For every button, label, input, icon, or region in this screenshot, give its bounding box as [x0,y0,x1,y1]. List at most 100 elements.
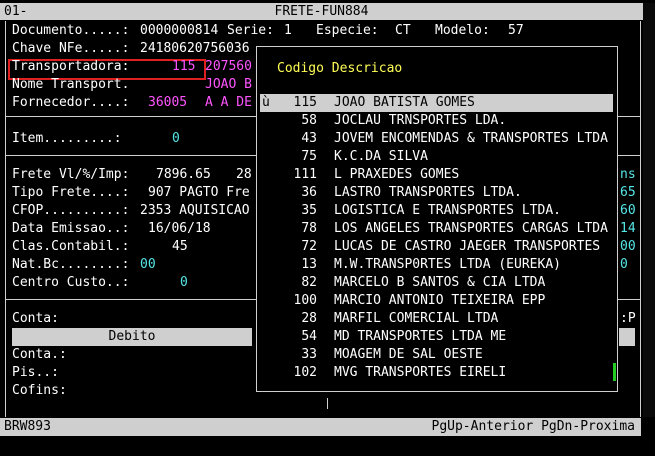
divider [327,398,328,409]
paging-hint: PgUp-Anterior PgDn-Proxima [431,419,636,434]
lookup-row-description: LASTRO TRANSPORTES LTDA. [334,185,522,200]
lookup-row-code: 75 [301,149,317,164]
lookup-row[interactable]: 43 JOVEM ENCOMENDAS & TRANSPORTES LTDA [260,130,613,148]
tipo-frete-value[interactable]: 907 PAGTO Fre [148,184,250,202]
transportadora-label: Transportadora: [12,59,130,74]
cfop-label: CFOP..........: [12,203,130,218]
title-bar: 01- FRETE-FUN884 [0,3,643,20]
centro-custo-label: Centro Custo..: [12,275,130,290]
lookup-row-description: LUCAS DE CASTRO JAEGER TRANSPORTES [334,239,601,254]
right-fragment: 14 [620,221,636,236]
program-id: BRW893 [4,419,51,434]
cursor-indicator [613,363,616,381]
lookup-row[interactable]: 35 LOGISTICA E TRANSPORTES LTDA. [260,202,613,220]
right-p-fragment: :P [620,311,636,326]
lookup-row-code: 43 [301,131,317,146]
lookup-row[interactable]: 111 L PRAXEDES GOMES [260,166,613,184]
lookup-row-code: 58 [301,113,317,128]
conta-label: Conta: [12,311,59,326]
right-fragment: 0 [620,257,628,272]
lookup-row-code: 111 [293,167,317,182]
modelo-label: Modelo: [435,23,490,38]
lookup-row-description: JOCLAU TRNSPORTES LDA. [334,113,507,128]
chave-value[interactable]: 24180620756036 [140,40,250,58]
clas-contabil-value[interactable]: 45 [172,238,188,256]
data-emissao-value[interactable]: 16/06/18 [148,220,211,238]
modelo-value[interactable]: 57 [508,22,524,40]
right-border [640,21,641,417]
lookup-row-code: 82 [301,275,317,290]
nat-bc-value[interactable]: 00 [140,256,156,274]
right-fragment: 65 [620,185,636,200]
terminal-screen: 01- FRETE-FUN884 Documento.....: 0000000… [0,0,655,456]
debito-label: Debito [108,329,156,344]
lookup-row[interactable]: 28 MARFIL COMERCIAL LTDA [260,310,613,328]
item-label: Item.........: [12,131,122,146]
especie-value[interactable]: CT [395,22,411,40]
fornecedor-label: Fornecedor....: [12,95,130,110]
frete-percent[interactable]: 28 [236,166,252,184]
right-bar-fragment [619,328,635,346]
lookup-row-code: 36 [301,185,317,200]
lookup-row-code: 72 [301,239,317,254]
fornecedor-code[interactable]: 36005 [148,94,187,112]
serie-label: Serie: [227,23,274,38]
documento-value[interactable]: 0000000814 [140,22,218,40]
lookup-row-description: MARFIL COMERCIAL LTDA [334,311,499,326]
lookup-row-code: 35 [301,203,317,218]
right-fragment: 60 [620,203,636,218]
lookup-row-description: MD TRANSPORTES LTDA ME [334,329,507,344]
centro-custo-value[interactable]: 0 [180,274,188,292]
fornecedor-name: A A DE [205,95,252,110]
window-title: FRETE-FUN884 [274,4,369,19]
lookup-row[interactable]: 75 K.C.DA SILVA [260,148,613,166]
frete-value[interactable]: 7896.65 [156,166,211,184]
lookup-row-description: MOAGEM DE SAL OESTE [334,347,483,362]
lookup-row[interactable]: 33 MOAGEM DE SAL OESTE [260,346,613,364]
lookup-row[interactable]: ù 115 JOAO BATISTA GOMES [260,94,613,112]
lookup-row[interactable]: 13 M.W.TRANSP0RTES LTDA (EUREKA) [260,256,613,274]
especie-label: Especie: [316,23,379,38]
lookup-row-description: LOGISTICA E TRANSPORTES LTDA. [334,203,561,218]
chave-label: Chave NFe.....: [12,41,130,56]
lookup-row[interactable]: 100 MARCIO ANTONIO TEIXEIRA EPP [260,292,613,310]
lookup-row[interactable]: 54 MD TRANSPORTES LTDA ME [260,328,613,346]
cfop-value[interactable]: 2353 AQUISICAO [140,202,250,220]
nome-value: JOAO B [205,77,252,92]
scrollbar[interactable] [643,3,655,417]
pis-label: Pis..: [12,365,59,380]
frete-label: Frete Vl/%/Imp: [12,167,130,182]
transportadora-extra: 207560 [205,59,252,74]
cofins-label: Cofins: [12,383,67,398]
lookup-row-code: 33 [301,347,317,362]
lookup-row-description: MARCELO B SANTOS & CIA LTDA [334,275,546,290]
lookup-row[interactable]: 102 MVG TRANSPORTES EIRELI [260,364,613,382]
lookup-row-description: MVG TRANSPORTES EIRELI [334,365,507,380]
lookup-row[interactable]: 58 JOCLAU TRNSPORTES LDA. [260,112,613,130]
lookup-row[interactable]: 82 MARCELO B SANTOS & CIA LTDA [260,274,613,292]
transportadora-lookup-popup[interactable]: Codigo Descricao ù 115 JOAO BATISTA GOMES 5… [256,46,618,392]
right-fragment: 00 [620,239,636,254]
transportadora-code[interactable]: 115 [172,58,195,76]
tipo-frete-label: Tipo Frete....: [12,185,130,200]
lookup-row[interactable]: 72 LUCAS DE CASTRO JAEGER TRANSPORTES [260,238,613,256]
left-border [5,21,6,417]
lookup-row[interactable]: 36 LASTRO TRANSPORTES LTDA. [260,184,613,202]
clas-contabil-label: Clas.Contabil.: [12,239,130,254]
lookup-header: Codigo Descricao [277,61,403,76]
data-emissao-label: Data Emissao..: [12,221,130,236]
lookup-row-description: L PRAXEDES GOMES [334,167,460,182]
lookup-row-code: 100 [293,293,317,308]
item-value[interactable]: 0 [172,130,180,148]
lookup-row-description: LOS ANGELES TRANSPORTES CARGAS LTDA [334,221,608,236]
serie-value[interactable]: 1 [284,22,292,40]
right-fragment: ns [620,167,636,182]
lookup-row[interactable]: 78 LOS ANGELES TRANSPORTES CARGAS LTDA [260,220,613,238]
lookup-row-code: 115 [293,95,317,110]
lookup-row-code: 78 [301,221,317,236]
debito-header: Debito [12,328,252,346]
lookup-row-description: JOVEM ENCOMENDAS & TRANSPORTES LTDA [334,131,608,146]
lookup-row-code: 28 [301,311,317,326]
lookup-row-description: M.W.TRANSP0RTES LTDA (EUREKA) [334,257,561,272]
lookup-row-description: JOAO BATISTA GOMES [334,95,475,110]
